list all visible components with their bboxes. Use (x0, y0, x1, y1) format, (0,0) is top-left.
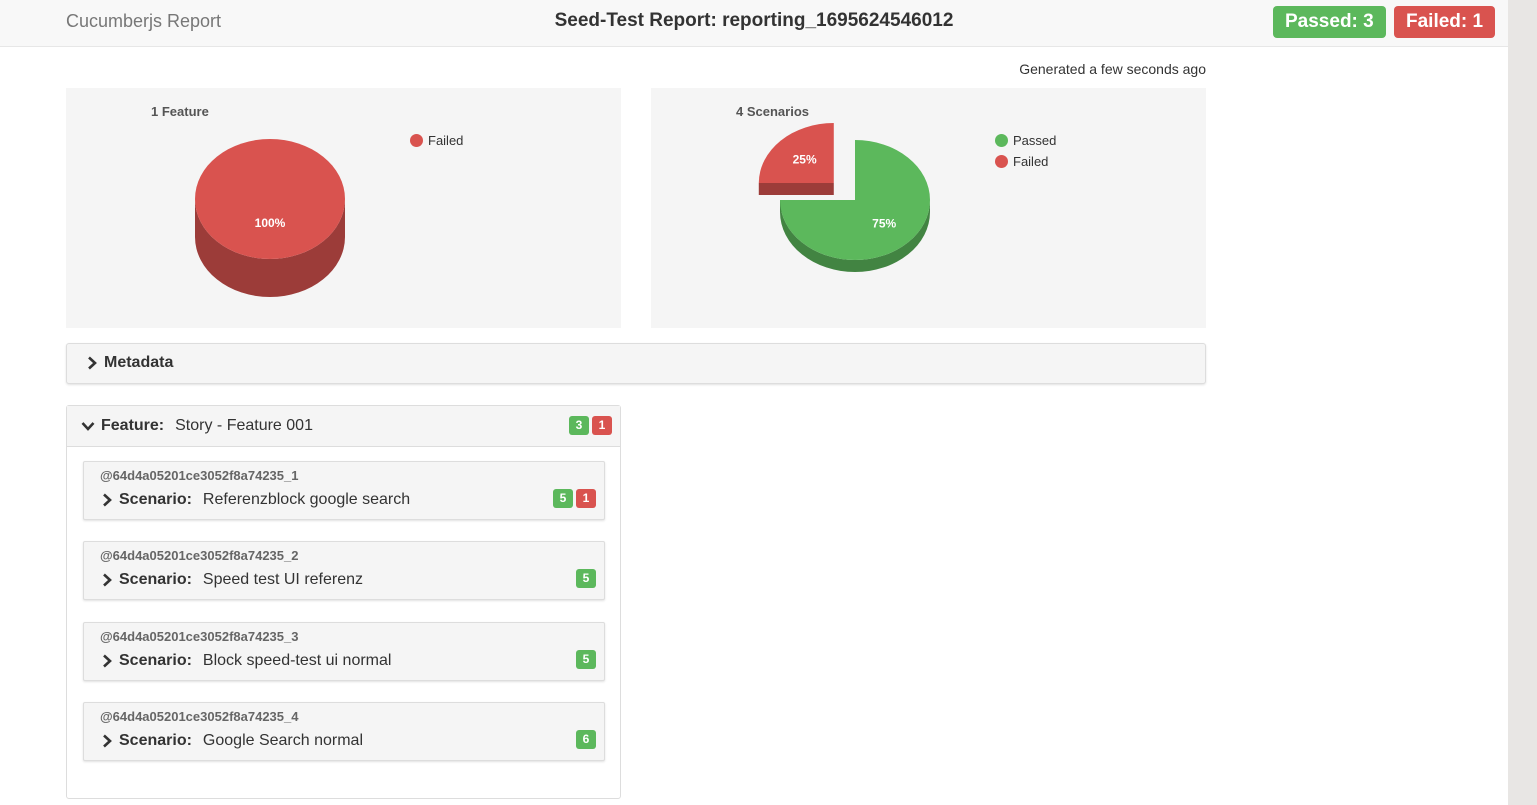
scenario-failed-badge: 1 (576, 489, 596, 508)
chevron-down-icon (81, 422, 95, 431)
metadata-toggle[interactable]: Metadata (85, 354, 173, 372)
legend-dot-icon (995, 155, 1008, 168)
pie-slice-face (758, 183, 834, 196)
feature-keyword: Feature: (101, 417, 165, 434)
scenario-toggle[interactable]: Scenario: Block speed-test ui normal (100, 652, 391, 670)
chevron-right-icon (88, 356, 97, 370)
scenario-badges: 5 (576, 569, 596, 588)
scenario-tag: @64d4a05201ce3052f8a74235_4 (100, 709, 299, 724)
scenario-keyword: Scenario: (119, 491, 192, 508)
scenario-passed-badge: 5 (576, 569, 596, 588)
scenario-panel[interactable]: @64d4a05201ce3052f8a74235_2 Scenario: Spee… (83, 541, 605, 600)
legend-dot-icon (995, 134, 1008, 147)
pie-value-label: 25% (793, 153, 817, 167)
scenario-name: Referenzblock google search (202, 491, 411, 508)
scenarios-chart-panel: 4 Scenarios 75% 25% Passed Failed (651, 88, 1206, 328)
scenario-toggle[interactable]: Scenario: Google Search normal (100, 732, 363, 750)
scenario-tag: @64d4a05201ce3052f8a74235_2 (100, 548, 299, 563)
scenario-badges: 51 (553, 489, 596, 508)
feature-badges: 3 1 (569, 416, 612, 435)
scenario-name: Speed test UI referenz (202, 571, 364, 588)
legend-label: Failed (428, 133, 464, 148)
legend-label: Passed (1013, 133, 1057, 148)
feature-passed-badge: 3 (569, 416, 589, 435)
scenario-keyword: Scenario: (119, 652, 192, 669)
legend-dot-icon (410, 134, 423, 147)
scenarios-pie-chart: 75% 25% (758, 123, 930, 272)
metadata-panel[interactable]: Metadata (66, 343, 1206, 384)
chevron-right-icon (103, 654, 112, 668)
pie-value-label: 100% (255, 216, 286, 230)
passed-total-badge: Passed: 3 (1273, 6, 1386, 38)
feature-toggle[interactable]: Feature: Story - Feature 001 (81, 417, 313, 435)
scenario-panel[interactable]: @64d4a05201ce3052f8a74235_3 Scenario: Bloc… (83, 622, 605, 681)
legend-item[interactable]: Failed (410, 130, 463, 151)
features-chart-legend: Failed (410, 130, 463, 151)
feature-failed-badge: 1 (592, 416, 612, 435)
pie-slice (195, 139, 345, 259)
chevron-right-icon (103, 734, 112, 748)
legend-item[interactable]: Passed (995, 130, 1056, 151)
scenario-passed-badge: 5 (553, 489, 573, 508)
scenario-tag: @64d4a05201ce3052f8a74235_3 (100, 629, 299, 644)
metadata-label: Metadata (104, 354, 174, 371)
scrollbar[interactable] (1508, 0, 1537, 805)
scenario-name: Google Search normal (202, 732, 364, 749)
feature-panel: Feature: Story - Feature 001 3 1 @64d4a0… (66, 405, 621, 799)
chevron-right-icon (103, 573, 112, 587)
scenario-passed-badge: 6 (576, 730, 596, 749)
feature-name: Story - Feature 001 (175, 417, 313, 434)
scenarios-chart-legend: Passed Failed (995, 130, 1056, 172)
failed-total-badge: Failed: 1 (1394, 6, 1496, 38)
legend-label: Failed (1013, 154, 1049, 169)
legend-item[interactable]: Failed (995, 151, 1056, 172)
scenario-passed-badge: 5 (576, 650, 596, 669)
features-chart-panel: 1 Feature 100% Failed (66, 88, 621, 328)
features-pie-chart: 100% (195, 139, 345, 297)
scenario-name: Block speed-test ui normal (202, 652, 392, 669)
pie-value-label: 75% (872, 216, 896, 230)
navbar: Cucumberjs Report Seed-Test Report: repo… (0, 0, 1508, 47)
feature-header[interactable]: Feature: Story - Feature 001 3 1 (67, 406, 620, 447)
scenario-badges: 6 (576, 730, 596, 749)
scenario-keyword: Scenario: (119, 732, 192, 749)
scenario-toggle[interactable]: Scenario: Referenzblock google search (100, 491, 410, 509)
scenario-tag: @64d4a05201ce3052f8a74235_1 (100, 468, 299, 483)
scenario-panel[interactable]: @64d4a05201ce3052f8a74235_1 Scenario: Refe… (83, 461, 605, 520)
scenario-keyword: Scenario: (119, 571, 192, 588)
scenario-toggle[interactable]: Scenario: Speed test UI referenz (100, 571, 363, 589)
generated-time: Generated a few seconds ago (1019, 61, 1206, 77)
scenario-badges: 5 (576, 650, 596, 669)
chevron-right-icon (103, 493, 112, 507)
scenario-panel[interactable]: @64d4a05201ce3052f8a74235_4 Scenario: Goog… (83, 702, 605, 761)
